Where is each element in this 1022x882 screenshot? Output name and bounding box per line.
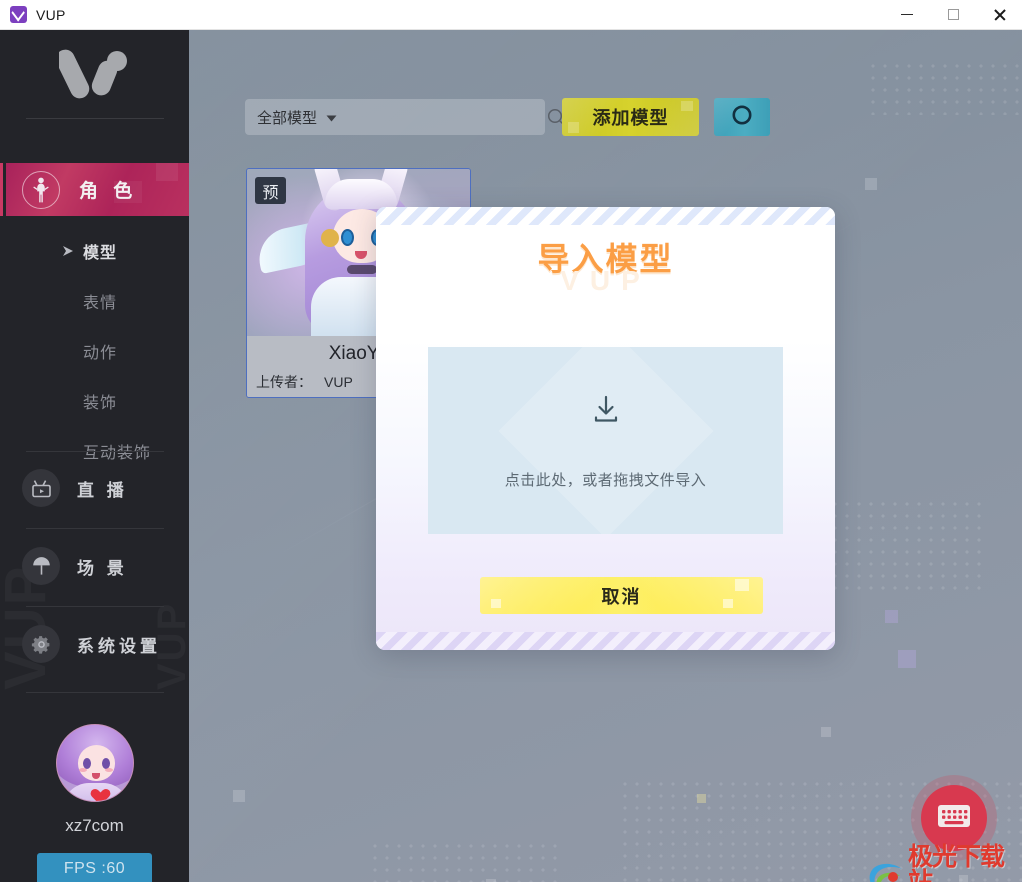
main-stage: 全部模型 添加模型 预 XiaoYe 上传者： VUP VUP VUP 角 色 …: [0, 30, 1022, 882]
dropzone-text: 点击此处，或者拖拽文件导入: [504, 471, 707, 489]
nav-facet: [156, 163, 178, 181]
maximize-icon: [947, 9, 959, 20]
keyboard-floating-button[interactable]: [921, 785, 987, 851]
divider: [26, 692, 164, 693]
background-dot-grid: [829, 498, 989, 593]
model-filter-label: 全部模型: [257, 109, 318, 127]
close-button[interactable]: [976, 0, 1022, 30]
avatar-blush: [79, 768, 87, 772]
user-name: xz7com: [65, 816, 124, 835]
background-square: [697, 794, 706, 803]
close-icon: [993, 8, 1006, 21]
watermark-text: 极光下载站 www.xz7.com: [908, 845, 1022, 882]
sidebar-item-label: 模型: [83, 245, 118, 262]
jiguang-logo-icon: [866, 860, 906, 882]
divider: [26, 528, 164, 529]
minimize-button[interactable]: [884, 0, 930, 30]
nav-facet: [114, 181, 142, 203]
sidebar-item-label: 场 景: [77, 558, 128, 578]
add-model-label: 添加模型: [592, 108, 669, 128]
cancel-button[interactable]: 取消: [480, 577, 763, 614]
sidebar-item-character[interactable]: 角 色: [0, 163, 189, 216]
window-controls: [884, 0, 1022, 30]
sidebar-item-expression[interactable]: 表情: [0, 276, 189, 326]
fps-indicator[interactable]: FPS :60: [37, 853, 152, 882]
keyboard-icon: [937, 803, 971, 834]
model-filter-dropdown[interactable]: 全部模型: [245, 99, 337, 135]
broadcast-icon: [22, 469, 60, 507]
divider: [26, 118, 164, 119]
avatar-blush: [105, 768, 113, 772]
background-square: [233, 790, 245, 802]
thumb-bell: [321, 229, 339, 247]
sidebar-submenu: 模型 表情 动作 装饰 互动装饰: [0, 226, 189, 476]
thumb-eye: [341, 229, 354, 246]
background-dot-grid: [369, 840, 559, 882]
title-bar: VUP: [0, 0, 1022, 30]
vup-logo-icon: [10, 6, 27, 23]
vup-v-logo: [0, 30, 189, 115]
preview-badge[interactable]: 预: [255, 177, 286, 204]
scene-icon: [22, 547, 60, 585]
watermark-site-name: 极光下载站: [908, 843, 1005, 882]
button-facet: [491, 599, 501, 608]
button-facet: [681, 101, 693, 111]
uploader-value: VUP: [324, 374, 353, 390]
dropzone-diamond-decoration: [498, 347, 713, 534]
window-title: VUP: [36, 6, 66, 23]
dialog-ghost-text: VUP: [560, 265, 651, 296]
sidebar: VUP VUP 角 色 模型 表情 动作 装饰 互动装饰 直 播 场 景 系统设…: [0, 30, 189, 882]
sidebar-item-label: 直 播: [77, 480, 128, 500]
background-square: [865, 178, 877, 190]
user-avatar[interactable]: [56, 724, 134, 802]
add-model-button[interactable]: 添加模型: [562, 98, 699, 136]
file-dropzone[interactable]: 点击此处，或者拖拽文件导入: [428, 347, 783, 534]
sidebar-item-model[interactable]: 模型: [0, 226, 189, 276]
site-watermark: 极光下载站 www.xz7.com: [866, 845, 1022, 882]
avatar-heart: [87, 783, 105, 799]
search-input[interactable]: [346, 99, 548, 135]
cancel-button-label: 取消: [601, 586, 642, 607]
chevron-down-icon: [326, 109, 337, 126]
divider: [26, 606, 164, 607]
uploader-label: 上传者：: [256, 374, 312, 390]
refresh-button[interactable]: [714, 98, 770, 136]
sidebar-item-scene[interactable]: 场 景: [0, 536, 189, 596]
download-icon: [589, 392, 623, 431]
import-model-dialog: 导入模型 VUP 点击此处，或者拖拽文件导入 取消: [376, 207, 835, 650]
background-square: [885, 610, 898, 623]
sidebar-item-system-settings[interactable]: 系统设置: [0, 614, 189, 674]
sidebar-item-decoration[interactable]: 装饰: [0, 376, 189, 426]
sidebar-item-label: 动作: [83, 345, 118, 362]
sidebar-item-label: 系统设置: [77, 636, 161, 656]
button-facet: [568, 122, 579, 133]
sidebar-item-motion[interactable]: 动作: [0, 326, 189, 376]
thumb-hat: [325, 179, 397, 209]
app-window: VUP 全部模型 添加模型 预 XiaoYe 上传者： VUP VUP VUP …: [0, 0, 1022, 882]
gear-icon: [22, 625, 60, 663]
sidebar-item-live[interactable]: 直 播: [0, 458, 189, 518]
dialog-stripe-top: [376, 207, 835, 225]
maximize-button[interactable]: [930, 0, 976, 30]
refresh-circle-icon: [730, 103, 754, 132]
character-icon: [22, 170, 60, 209]
background-square: [898, 650, 916, 668]
minimize-icon: [901, 13, 913, 16]
background-dot-grid: [867, 60, 1022, 115]
search-bar: 全部模型: [245, 99, 566, 135]
sidebar-item-label: 表情: [83, 295, 118, 312]
dialog-stripe-bottom: [376, 632, 835, 650]
button-facet: [723, 599, 733, 608]
background-square: [821, 727, 831, 737]
button-facet: [735, 579, 749, 591]
toolbar: 全部模型 添加模型: [245, 98, 770, 136]
divider: [26, 451, 164, 452]
sidebar-item-label: 装饰: [83, 395, 118, 412]
thumb-collar: [347, 265, 377, 274]
